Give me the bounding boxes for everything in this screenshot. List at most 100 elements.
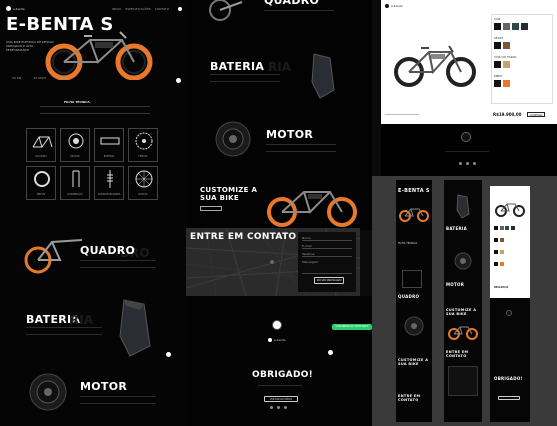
- desktop-page-left: e-benta INÍCIO ESPECIFICAÇÕES CONTATO E-…: [0, 0, 188, 426]
- bateria-description: [26, 327, 102, 335]
- option-label-cor: COR: [494, 17, 501, 21]
- hero-stats: 90 KM 45 KM/H 750W: [12, 76, 67, 80]
- mobile2-contact-heading: ENTRE EM CONTATO: [446, 350, 469, 358]
- contact-heading: ENTRE EM CONTATO: [190, 232, 297, 242]
- tire-swatches: [494, 80, 550, 87]
- m-swatch-1[interactable]: [494, 226, 498, 230]
- swatch-light-black[interactable]: [494, 61, 501, 68]
- ficha-label: SUSPENSÃO: [67, 193, 83, 196]
- ficha-label: MOTOR: [70, 155, 80, 158]
- instagram-icon-2[interactable]: [459, 162, 462, 165]
- scroll-indicator-icon[interactable]: [176, 78, 181, 83]
- m-swatch-7[interactable]: [494, 250, 498, 254]
- mobile3-obrigado-heading: OBRIGADO!: [494, 376, 523, 381]
- bateria-mid-image: [304, 52, 340, 102]
- swatch-navy[interactable]: [521, 23, 528, 30]
- contact-form: Nome E-mail Telefone Mensagem ENVIAR MEN…: [298, 232, 356, 292]
- header-logo[interactable]: e-benta: [6, 6, 25, 11]
- footer-brand: e-benta: [268, 338, 286, 342]
- brake-disc-icon: [135, 132, 153, 150]
- youtube-icon[interactable]: [284, 406, 287, 409]
- mobile3-logo-icon: [506, 310, 512, 316]
- mobile3-swatches-3: [494, 250, 504, 254]
- facebook-icon-2[interactable]: [466, 162, 469, 165]
- ficha-item-quadro[interactable]: QUADRO: [26, 128, 56, 162]
- motor-mid-description: [266, 144, 336, 152]
- ficha-item-amortecedores[interactable]: AMORTECEDORES: [94, 166, 124, 200]
- swatch-black[interactable]: [494, 23, 501, 30]
- form-field-nome[interactable]: Nome: [302, 236, 352, 241]
- m-swatch-9[interactable]: [494, 262, 498, 266]
- ficha-item-suspensao[interactable]: SUSPENSÃO: [60, 166, 90, 200]
- mobile3-price: R$19.900,00: [494, 286, 509, 289]
- m-swatch-2[interactable]: [499, 226, 504, 230]
- instagram-icon[interactable]: [270, 406, 273, 409]
- customizer-bike-image: [391, 38, 477, 90]
- social-icons: [270, 406, 287, 409]
- ficha-title: FICHA TÉCNICA: [64, 100, 90, 104]
- m-swatch-4[interactable]: [510, 226, 515, 230]
- swatch-seat-black[interactable]: [494, 42, 501, 49]
- form-field-mensagem[interactable]: Mensagem: [302, 260, 352, 274]
- facebook-icon[interactable]: [277, 406, 280, 409]
- customize-heading: CUSTOMIZE A SUA BIKE: [200, 186, 258, 202]
- price-label: R$19.900,00: [493, 112, 522, 117]
- mobile3-swatches-2: [494, 238, 504, 242]
- ficha-item-bateria[interactable]: BATERIA: [94, 128, 124, 162]
- mobile2-form: [448, 366, 478, 396]
- form-field-telefone[interactable]: Telefone: [302, 252, 352, 257]
- swatch-tire-black[interactable]: [494, 80, 501, 87]
- m-swatch-10[interactable]: [499, 262, 504, 266]
- obrigado-back-button[interactable]: VOLTAR AO INÍCIO: [264, 396, 298, 402]
- swatch-seat-brown[interactable]: [503, 42, 510, 49]
- quadro-top-heading: QUADRO: [264, 0, 320, 7]
- stat-potencia: 750W: [57, 76, 67, 80]
- ficha-item-pneus[interactable]: PNEUS: [26, 166, 56, 200]
- youtube-icon-2[interactable]: [473, 162, 476, 165]
- footer-logo-icon: [272, 320, 282, 330]
- shock-icon: [107, 170, 113, 188]
- mobile-customize-heading: CUSTOMIZE A SUA BIKE: [398, 358, 429, 366]
- battery-icon: [100, 137, 120, 145]
- mobile2-motor-heading: MOTOR: [446, 282, 465, 287]
- option-label-pneu: PNEU: [494, 74, 503, 78]
- m-swatch-3[interactable]: [505, 226, 509, 230]
- m-swatch-6[interactable]: [499, 238, 504, 242]
- swatch-green[interactable]: [512, 23, 519, 30]
- ficha-item-freios[interactable]: FREIOS: [128, 128, 158, 162]
- m-swatch-5[interactable]: [494, 238, 498, 242]
- menu-toggle-icon[interactable]: [178, 7, 182, 11]
- form-submit-button[interactable]: ENVIAR MENSAGEM: [314, 277, 344, 284]
- form-field-email[interactable]: E-mail: [302, 244, 352, 249]
- scroll-top-icon[interactable]: [166, 352, 171, 357]
- ficha-item-rodas[interactable]: RODAS: [128, 166, 158, 200]
- customize-cta-button[interactable]: [200, 206, 222, 211]
- quadro-heading: QUADRO: [80, 244, 136, 257]
- ficha-item-motor[interactable]: MOTOR: [60, 128, 90, 162]
- quadro-top-bike: [202, 0, 248, 30]
- frame-icon: [32, 136, 53, 149]
- nav-contato[interactable]: CONTATO: [155, 7, 169, 11]
- swatch-tire-orange[interactable]: [503, 80, 510, 87]
- scroll-top-dot[interactable]: [328, 350, 333, 355]
- swatch-light-tan[interactable]: [503, 61, 510, 68]
- mobile3-canvas: R$19.900,00: [490, 186, 530, 298]
- nav-especificacoes[interactable]: ESPECIFICAÇÕES: [125, 7, 150, 11]
- swatch-gray[interactable]: [503, 23, 510, 30]
- brand-logo-icon: [6, 6, 11, 11]
- customizer-page: e-benta COR SELIM COR DO FAROL PNEU R$19…: [381, 0, 557, 176]
- buy-button[interactable]: COMPRAR: [527, 112, 545, 117]
- mobile3-back-button[interactable]: [498, 396, 520, 400]
- nav-inicio[interactable]: INÍCIO: [112, 7, 121, 11]
- mobile2-bateria-heading: BATERIA: [446, 226, 468, 231]
- hero-bike-image: [40, 22, 160, 80]
- whatsapp-button[interactable]: CONVERSE NO WHATSAPP: [332, 324, 372, 330]
- brand-small-label: e-benta: [13, 6, 25, 11]
- option-label-selim: SELIM: [494, 36, 503, 40]
- m-swatch-8[interactable]: [499, 250, 504, 254]
- wheel-icon: [135, 170, 153, 188]
- ficha-label: RODAS: [138, 193, 148, 196]
- mobile3-swatches-4: [494, 262, 504, 266]
- mobile2-motor-image: [454, 252, 472, 270]
- ficha-label: FREIOS: [138, 155, 148, 158]
